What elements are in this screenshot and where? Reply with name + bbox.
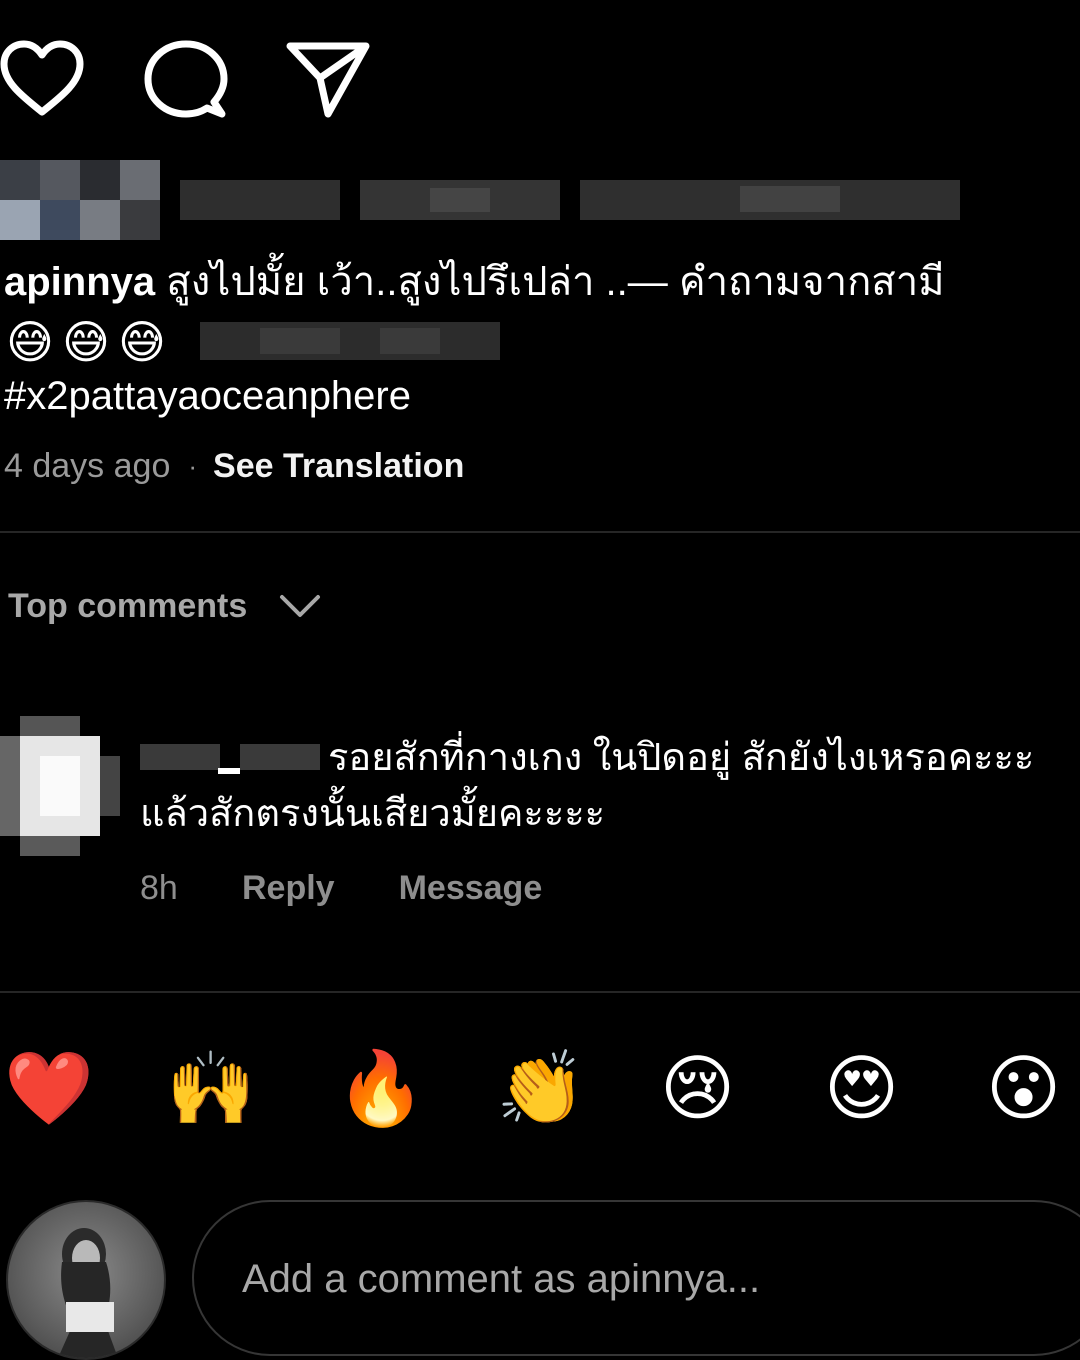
hashtag-link[interactable]: #x2pattayaoceanphere: [4, 372, 411, 420]
paper-plane-icon: [286, 42, 370, 118]
chevron-down-icon: [280, 595, 321, 617]
comment-text-line-2: แล้วสักตรงนั้นเสียวมั้ยคะะะะ: [140, 793, 606, 835]
heart-icon: [0, 40, 84, 116]
current-user-avatar: [6, 1200, 166, 1360]
divider: [0, 991, 1080, 993]
add-comment-field[interactable]: [192, 1200, 1080, 1356]
grinning-sweat-emoji: 😅: [61, 316, 110, 368]
meta-separator: ·: [188, 451, 198, 481]
commenter-avatar[interactable]: [0, 716, 120, 856]
blurred-commenter-username: [140, 738, 320, 778]
crying-face-reaction[interactable]: 😢: [660, 1046, 735, 1132]
comment-icon: [144, 40, 228, 118]
grinning-sweat-emoji: 😅: [6, 316, 54, 368]
like-button[interactable]: [0, 40, 84, 120]
divider: [0, 531, 1080, 533]
caption-line-1: apinnya สูงไปมั้ย เว้า..สูงไปรึเปล่า ..—…: [4, 258, 945, 306]
heart-eyes-reaction[interactable]: 😍: [824, 1046, 899, 1132]
quick-reactions-bar: ❤️ 🙌 🔥 👏 😢 😍 😮: [0, 1046, 1080, 1136]
blurred-avatars: [0, 160, 160, 240]
grinning-sweat-emoji: 😅: [117, 316, 166, 368]
post-meta: 4 days ago · See Translation: [4, 444, 464, 488]
message-button[interactable]: Message: [399, 866, 543, 910]
comment-text-line-1: รอยสักที่กางเกง ในปิดอยู่ สักยังไงเหรอคะ…: [328, 737, 1035, 779]
comment-meta: 8h Reply Message: [140, 866, 606, 910]
red-heart-reaction[interactable]: ❤️: [4, 1046, 94, 1132]
clapping-hands-reaction[interactable]: 👏: [496, 1046, 586, 1132]
caption-username[interactable]: apinnya: [4, 260, 155, 304]
caption-text: สูงไปมั้ย เว้า..สูงไปรึเปล่า ..— คำถามจา…: [166, 260, 945, 304]
share-button[interactable]: [286, 40, 370, 120]
blurred-liked-by-text: [180, 180, 960, 220]
surprised-face-reaction[interactable]: 😮: [986, 1046, 1061, 1132]
add-comment-input[interactable]: [240, 1202, 1064, 1356]
blurred-mention: [200, 322, 500, 360]
caption-emojis: 😅 😅 😅: [6, 314, 166, 370]
comment-timestamp: 8h: [140, 869, 178, 907]
comment-button[interactable]: [144, 40, 228, 120]
top-comments-label: Top comments: [8, 587, 248, 625]
post-timestamp: 4 days ago: [4, 447, 171, 485]
reply-button[interactable]: Reply: [242, 866, 335, 910]
fire-reaction[interactable]: 🔥: [336, 1046, 426, 1132]
top-comments-dropdown[interactable]: Top comments: [8, 584, 321, 628]
raised-hands-reaction[interactable]: 🙌: [166, 1046, 256, 1132]
see-translation-button[interactable]: See Translation: [213, 444, 464, 488]
